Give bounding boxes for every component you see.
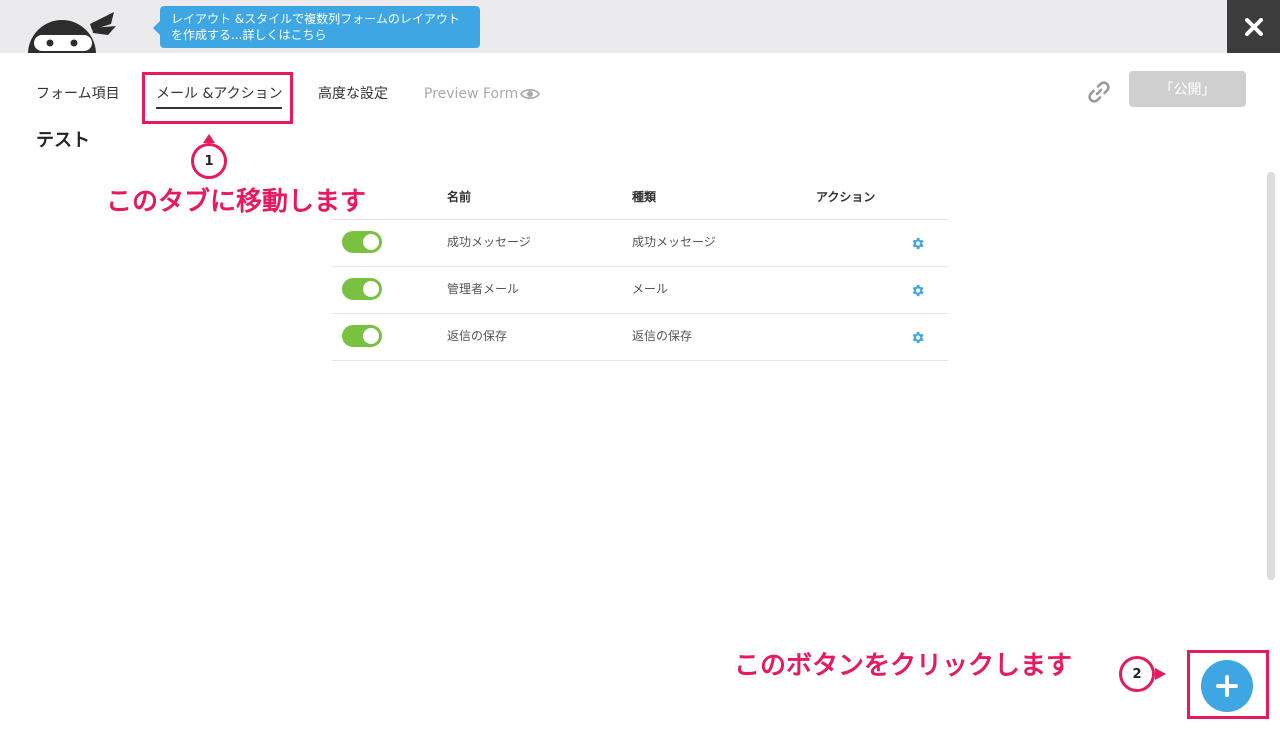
annotation-arrow-right	[1155, 668, 1166, 680]
highlight-box-tab	[142, 72, 293, 124]
annotation-arrow-up	[203, 134, 215, 143]
action-type: 返信の保存	[632, 329, 693, 343]
row-divider	[332, 360, 948, 361]
action-name: 成功メッセージ	[447, 235, 531, 249]
layout-tip-banner[interactable]: レイアウト &スタイルで複数列フォームのレイアウト を作成する...詳しくはこち…	[153, 6, 480, 48]
eye-icon[interactable]	[520, 86, 540, 102]
enable-toggle[interactable]	[342, 278, 382, 300]
close-icon	[1244, 17, 1263, 36]
column-header-type: 種類	[632, 190, 657, 204]
enable-toggle[interactable]	[342, 231, 382, 253]
gear-icon[interactable]	[910, 283, 925, 298]
tip-line-1: レイアウト &スタイルで複数列フォームのレイアウト	[171, 12, 460, 26]
action-type: メール	[632, 282, 669, 296]
top-bar: レイアウト &スタイルで複数列フォームのレイアウト を作成する...詳しくはこち…	[0, 0, 1280, 53]
gear-icon[interactable]	[910, 236, 925, 251]
tab-advanced-settings[interactable]: 高度な設定	[318, 84, 388, 104]
action-name: 管理者メール	[447, 282, 520, 296]
link-icon[interactable]	[1087, 80, 1111, 104]
row-divider	[332, 313, 948, 314]
gear-icon[interactable]	[910, 330, 925, 345]
header-divider	[332, 219, 948, 220]
row-divider	[332, 266, 948, 267]
action-type: 成功メッセージ	[632, 235, 716, 249]
tab-preview-form[interactable]: Preview Form	[424, 84, 518, 104]
annotation-text-2: このボタンをクリックします	[734, 651, 1073, 681]
column-header-name: 名前	[447, 190, 472, 204]
column-header-actions: アクション	[816, 190, 876, 204]
form-title: テスト	[36, 130, 90, 151]
highlight-box-add-button	[1187, 650, 1269, 719]
tab-form-fields[interactable]: フォーム項目	[36, 84, 120, 104]
vertical-scrollbar[interactable]	[1267, 172, 1275, 580]
publish-button[interactable]: 「公開」	[1129, 71, 1246, 107]
step-badge-1: 1	[191, 143, 227, 179]
enable-toggle[interactable]	[342, 325, 382, 347]
ninja-logo	[28, 12, 116, 53]
tip-line-2: を作成する...詳しくはこちら	[171, 28, 327, 42]
action-name: 返信の保存	[447, 329, 508, 343]
close-button[interactable]	[1227, 0, 1280, 53]
step-badge-2: 2	[1119, 656, 1155, 692]
annotation-text-1: このタブに移動します	[106, 187, 367, 217]
